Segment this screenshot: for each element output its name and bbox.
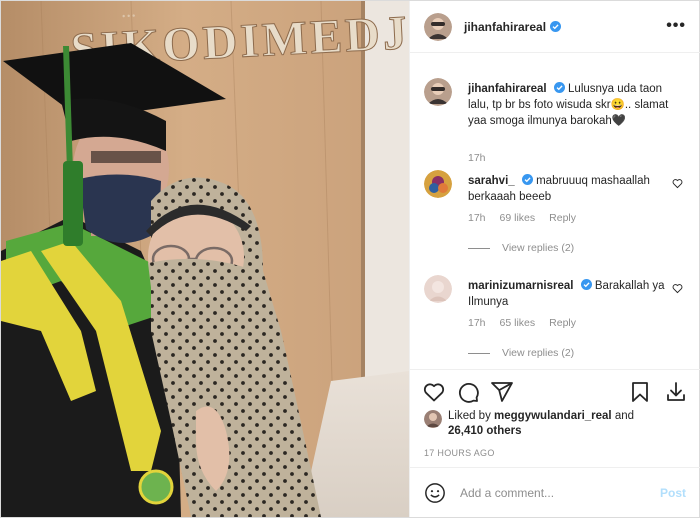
likes-and: and — [611, 410, 635, 422]
comment-meta: 17h 65 likes Reply — [468, 317, 576, 329]
comment-username[interactable]: marinizumarnisreal — [468, 280, 573, 292]
verified-badge-icon — [580, 279, 592, 290]
avatar[interactable] — [424, 410, 442, 428]
post-timestamp[interactable]: 17 HOURS AGO — [424, 448, 495, 458]
caption-username[interactable]: jihanfahirareal — [468, 83, 547, 95]
share-icon[interactable] — [490, 380, 514, 404]
caption-meta: 17h — [468, 152, 486, 164]
heart-icon[interactable] — [422, 380, 446, 404]
comment-body: sarahvi_ mabruuuq mashaallah berkaaah be… — [468, 173, 673, 205]
download-icon[interactable] — [664, 380, 688, 404]
likes-count[interactable]: 26,410 others — [448, 425, 522, 437]
comment-icon[interactable] — [456, 380, 480, 404]
post-comment-button[interactable]: Post — [660, 486, 686, 500]
post-photo[interactable]: SIKODIMEDJO ... — [1, 1, 409, 517]
add-comment-input[interactable] — [460, 485, 650, 500]
view-replies-label[interactable]: View replies (2) — [502, 242, 574, 254]
comment-body: marinizumarnisreal Barakallah ya Ilmunya — [468, 278, 673, 310]
comment-username[interactable]: sarahvi_ — [468, 175, 515, 187]
verified-badge-icon — [550, 21, 562, 32]
comment-item: marinizumarnisreal Barakallah ya Ilmunya… — [424, 275, 689, 365]
action-bar — [410, 369, 700, 413]
verified-badge-icon — [553, 82, 565, 93]
bookmark-icon[interactable] — [628, 380, 652, 404]
comment-likes[interactable]: 69 likes — [500, 212, 536, 224]
comment-item: sarahvi_ mabruuuq mashaallah berkaaah be… — [424, 170, 689, 260]
caption-body: jihanfahirareal Lulusnya uda taon lalu, … — [468, 81, 673, 129]
header-username[interactable]: jihanfahirareal — [464, 20, 546, 34]
svg-text:...: ... — [120, 1, 136, 22]
graduation-selfie-image: SIKODIMEDJO ... — [1, 1, 409, 517]
avatar[interactable] — [424, 78, 452, 106]
comment-meta: 17h 69 likes Reply — [468, 212, 576, 224]
caption: jihanfahirareal Lulusnya uda taon lalu, … — [424, 78, 689, 164]
likes-prefix: Liked by — [448, 410, 495, 422]
instagram-post: SIKODIMEDJO ... jihanfahirareal ••• jiha… — [0, 0, 700, 518]
post-header: jihanfahirareal ••• — [410, 1, 700, 53]
comment-time: 17h — [468, 212, 486, 224]
view-replies-label[interactable]: View replies (2) — [502, 347, 574, 359]
caption-time: 17h — [468, 152, 486, 164]
avatar[interactable] — [424, 12, 452, 41]
verified-badge-icon — [521, 174, 533, 185]
likes-summary: Liked by meggywulandari_real and 26,410 … — [424, 409, 686, 439]
emoji-icon[interactable] — [424, 482, 446, 504]
comment-reply-button[interactable]: Reply — [549, 212, 576, 224]
avatar[interactable] — [424, 275, 452, 303]
view-replies[interactable]: View replies (2) — [468, 347, 574, 359]
comment-likes[interactable]: 65 likes — [500, 317, 536, 329]
post-side-panel: jihanfahirareal ••• jihanfahirareal Lulu… — [409, 1, 700, 517]
likes-user[interactable]: meggywulandari_real — [494, 410, 612, 422]
comment-time: 17h — [468, 317, 486, 329]
comment-reply-button[interactable]: Reply — [549, 317, 576, 329]
more-options-icon[interactable]: ••• — [666, 18, 686, 34]
add-comment-bar: Post — [410, 467, 700, 517]
comment-like-heart-icon[interactable] — [672, 283, 683, 294]
comment-like-heart-icon[interactable] — [672, 178, 683, 189]
likes-text: Liked by meggywulandari_real and 26,410 … — [448, 409, 634, 439]
avatar[interactable] — [424, 170, 452, 198]
view-replies[interactable]: View replies (2) — [468, 242, 574, 254]
